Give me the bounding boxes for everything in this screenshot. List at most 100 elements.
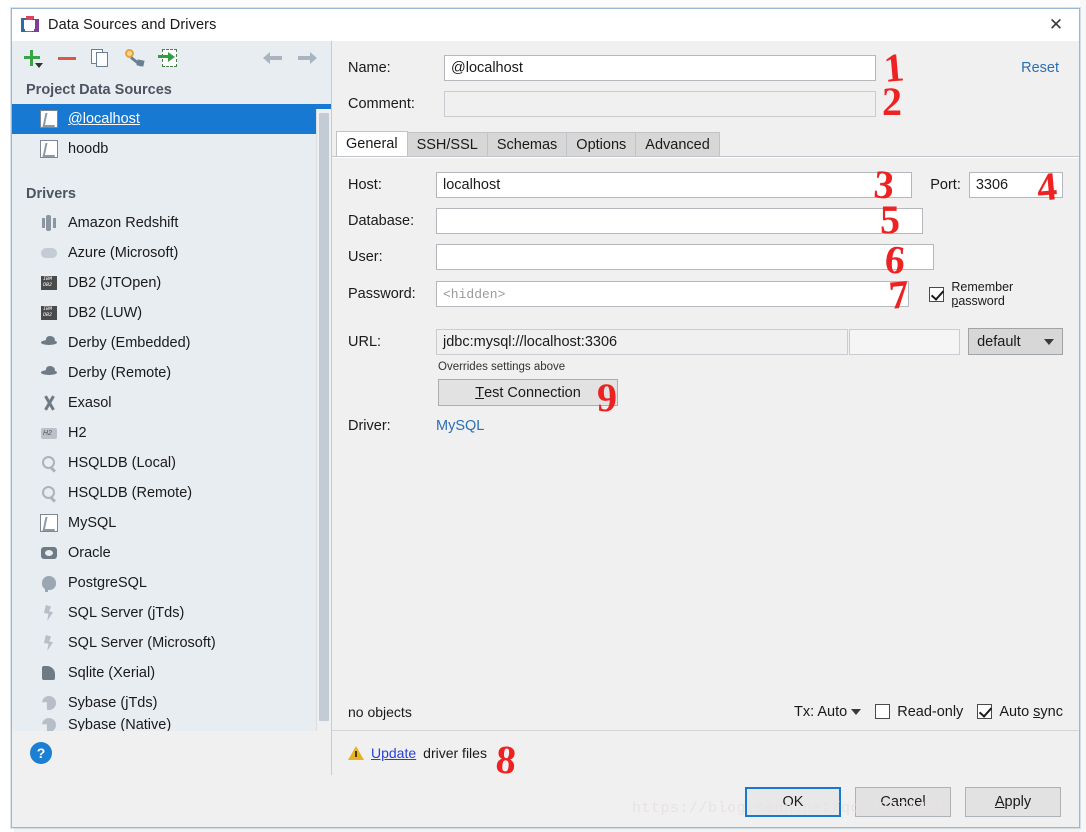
sidebar-item-h2[interactable]: H2 H2	[12, 418, 331, 448]
auto-sync-row[interactable]: Auto sync	[977, 704, 1063, 720]
sidebar-item-hsqldb-remote[interactable]: HSQLDB (Remote)	[12, 478, 331, 508]
sidebar-nav-group	[263, 48, 331, 68]
help-button[interactable]: ?	[30, 742, 52, 764]
driver-label: Derby (Embedded)	[68, 335, 191, 351]
read-only-checkbox[interactable]	[875, 704, 890, 719]
dialog-footer: https://blog.csdn.net/qq_38374481 OK Can…	[12, 775, 1079, 827]
sidebar-item-db2-luw[interactable]: IBMDB2 DB2 (LUW)	[12, 298, 331, 328]
sidebar-item-azure-microsoft[interactable]: Azure (Microsoft)	[12, 238, 331, 268]
import-icon[interactable]	[158, 47, 180, 69]
password-row: Password: <hidden> Remember password	[348, 280, 1063, 308]
sidebar-scrollbar[interactable]	[316, 109, 331, 731]
sidebar-list[interactable]: Project Data Sources @localhost hoodb Dr…	[12, 75, 331, 731]
sidebar-item-db2-jtopen[interactable]: IBMDB2 DB2 (JTOpen)	[12, 268, 331, 298]
overrides-note: Overrides settings above	[438, 361, 1063, 373]
sidebar-item-sybase-jtds[interactable]: Sybase (jTds)	[12, 688, 331, 718]
sidebar-item-hoodb[interactable]: hoodb	[12, 134, 331, 164]
database-label: Database:	[348, 213, 436, 229]
arrow-right-icon[interactable]	[297, 48, 317, 68]
mysql-icon	[40, 140, 58, 158]
url-mode-select[interactable]: default	[968, 328, 1063, 355]
password-input[interactable]: <hidden>	[436, 281, 909, 307]
remove-button[interactable]	[56, 47, 78, 69]
driver-label: SQL Server (Microsoft)	[68, 635, 216, 651]
group-header-drivers: Drivers	[12, 164, 331, 208]
host-input[interactable]: localhost	[436, 172, 912, 198]
ok-button[interactable]: OK	[745, 787, 841, 817]
db2-icon: IBMDB2	[40, 274, 58, 292]
cancel-button[interactable]: Cancel	[855, 787, 951, 817]
auto-sync-checkbox[interactable]	[977, 704, 992, 719]
data-sources-dialog: Data Sources and Drivers ✕	[11, 8, 1080, 828]
port-input[interactable]: 3306	[969, 172, 1063, 198]
name-input[interactable]: @localhost	[444, 55, 876, 81]
sidebar-item-oracle[interactable]: Oracle	[12, 538, 331, 568]
apply-button[interactable]: Apply	[965, 787, 1061, 817]
reset-link[interactable]: Reset	[1021, 60, 1063, 76]
objects-status: no objects	[348, 704, 412, 720]
sybase-icon	[40, 718, 58, 731]
sidebar-item-exasol[interactable]: Exasol	[12, 388, 331, 418]
mysql-icon	[40, 110, 58, 128]
tx-select[interactable]: Tx: Auto	[794, 704, 861, 720]
driver-link[interactable]: MySQL	[436, 418, 484, 434]
driver-label: Exasol	[68, 395, 112, 411]
sidebar-item-sybase-native[interactable]: Sybase (Native)	[12, 718, 331, 731]
read-only-row[interactable]: Read-only	[875, 704, 963, 720]
sidebar-item-hsqldb-local[interactable]: HSQLDB (Local)	[12, 448, 331, 478]
driver-label: MySQL	[68, 515, 116, 531]
remember-password-checkbox[interactable]	[929, 287, 944, 302]
chevron-down-icon	[851, 709, 861, 715]
derby-icon	[40, 364, 58, 382]
driver-label: Sybase (Native)	[68, 718, 171, 731]
read-only-label: Read-only	[897, 704, 963, 720]
driver-label: Sqlite (Xerial)	[68, 665, 155, 681]
tab-ssh-ssl[interactable]: SSH/SSL	[407, 132, 488, 156]
apply-mnemonic: A	[995, 794, 1005, 810]
sidebar-item-mysql[interactable]: MySQL	[12, 508, 331, 538]
remember-password-row[interactable]: Remember password	[929, 280, 1063, 308]
tab-advanced[interactable]: Advanced	[635, 132, 720, 156]
sidebar-item-localhost[interactable]: @localhost	[12, 104, 331, 134]
update-driver-link[interactable]: Update	[371, 745, 416, 761]
sidebar-item-sql-server-microsoft[interactable]: SQL Server (Microsoft)	[12, 628, 331, 658]
close-icon[interactable]: ✕	[1033, 9, 1079, 41]
host-label: Host:	[348, 177, 436, 193]
tab-options[interactable]: Options	[566, 132, 636, 156]
sidebar-item-sqlite-xerial[interactable]: Sqlite (Xerial)	[12, 658, 331, 688]
driver-label: PostgreSQL	[68, 575, 147, 591]
dialog-title: Data Sources and Drivers	[48, 17, 216, 33]
sidebar-item-sql-server-jtds[interactable]: SQL Server (jTds)	[12, 598, 331, 628]
url-extra-input[interactable]	[849, 329, 960, 355]
driver-label: Azure (Microsoft)	[68, 245, 178, 261]
auto-sync-label-tail: ync	[1040, 704, 1063, 720]
sidebar-item-postgresql[interactable]: PostgreSQL	[12, 568, 331, 598]
add-button[interactable]	[22, 47, 44, 69]
user-input[interactable]	[436, 244, 934, 270]
update-driver-bar: Update driver files	[332, 731, 1079, 775]
sqlserver-icon	[40, 604, 58, 622]
sidebar-item-derby-remote[interactable]: Derby (Remote)	[12, 358, 331, 388]
intellij-icon	[21, 16, 39, 34]
help-strip: ?	[12, 731, 331, 775]
tab-schemas[interactable]: Schemas	[487, 132, 567, 156]
driver-label: H2	[68, 425, 87, 441]
sidebar-scrollbar-thumb[interactable]	[319, 113, 329, 721]
test-connection-button[interactable]: Test Connection	[438, 379, 618, 406]
wrench-icon[interactable]	[124, 47, 146, 69]
url-input[interactable]: jdbc:mysql://localhost:3306	[436, 329, 848, 355]
url-label: URL:	[348, 334, 436, 350]
sqlserver-icon	[40, 634, 58, 652]
sidebar-item-label: @localhost	[68, 111, 140, 127]
copy-icon[interactable]	[90, 47, 112, 69]
comment-input[interactable]	[444, 91, 876, 117]
details-pane: Name: @localhost Reset Comment: General …	[332, 41, 1079, 775]
h2-icon: H2	[40, 424, 58, 442]
sidebar-item-amazon-redshift[interactable]: Amazon Redshift	[12, 208, 331, 238]
arrow-left-icon[interactable]	[263, 48, 283, 68]
remember-password-label-tail: assword	[958, 294, 1005, 308]
database-input[interactable]	[436, 208, 923, 234]
auto-sync-label: Auto sync	[999, 704, 1063, 720]
tab-general[interactable]: General	[336, 131, 408, 156]
sidebar-item-derby-embedded[interactable]: Derby (Embedded)	[12, 328, 331, 358]
